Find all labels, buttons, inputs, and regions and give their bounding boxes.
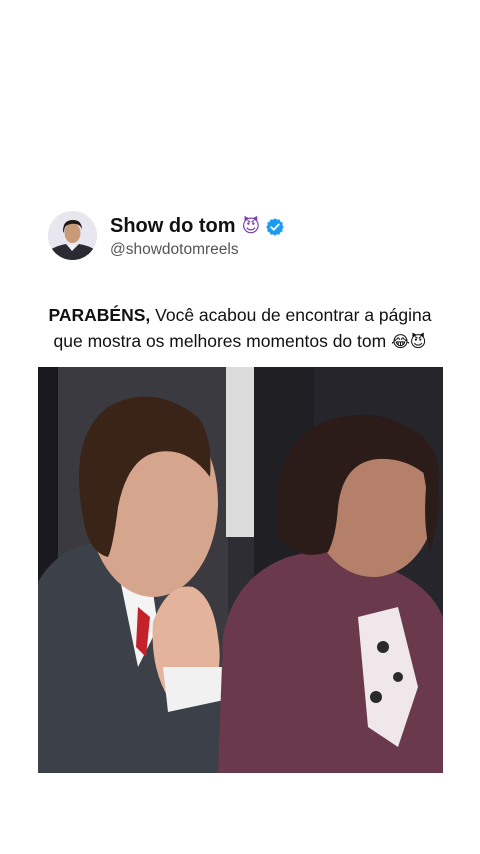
post-header: Show do tom 😈 @showdotomreels (48, 211, 285, 260)
display-name[interactable]: Show do tom (110, 215, 236, 238)
video-frame[interactable] (38, 367, 443, 773)
handle[interactable]: @showdotomreels (110, 241, 285, 259)
laugh-devil-emoji-icon: 😂😈 (391, 332, 427, 351)
caption-line-1: PARABÉNS, Você acabou de encontrar a pág… (0, 302, 480, 328)
post-caption: PARABÉNS, Você acabou de encontrar a pág… (0, 302, 480, 355)
avatar-image (48, 211, 97, 260)
video-still (38, 367, 443, 773)
caption-line2-text: que mostra os melhores momentos do tom (53, 331, 392, 351)
devil-emoji-icon: 😈 (241, 216, 261, 237)
caption-line-2: que mostra os melhores momentos do tom 😂… (0, 328, 480, 355)
verified-badge-icon (266, 217, 285, 236)
caption-bold: PARABÉNS, (48, 305, 151, 325)
avatar[interactable] (48, 211, 97, 260)
caption-line1-text: Você acabou de encontrar a página (150, 305, 432, 325)
